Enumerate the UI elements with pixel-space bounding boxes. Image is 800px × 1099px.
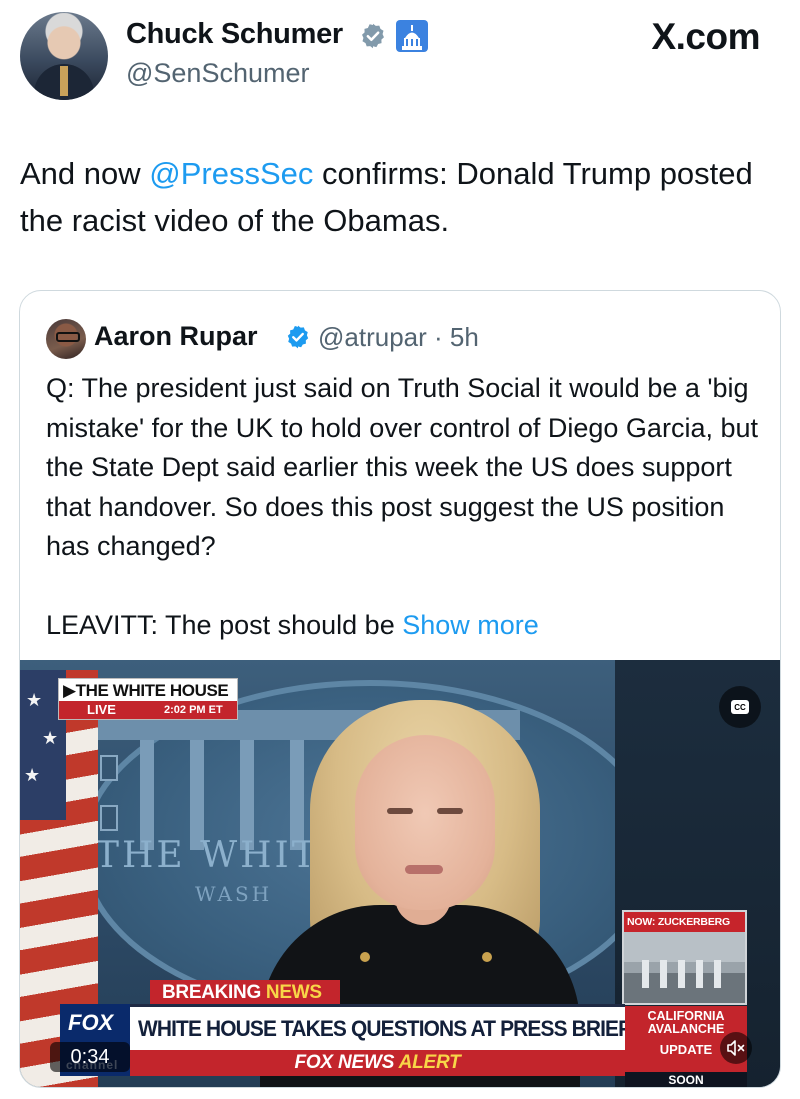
inset-image [624, 932, 745, 1003]
inset-label: NOW: ZUCKERBERG TESTIFIES [624, 912, 745, 948]
inset-news-box: NOW: ZUCKERBERG TESTIFIES [622, 910, 747, 1005]
video-player[interactable]: THE WHIT WASH ★ ★ ★ ▶THE WHITE HOUSE LIV… [20, 660, 780, 1087]
author-handle[interactable]: @SenSchumer [126, 58, 310, 89]
chyron-headline: WHITE HOUSE TAKES QUESTIONS AT PRESS BRI… [138, 1016, 666, 1041]
quoted-answer-text: LEAVITT: The post should be [46, 609, 403, 640]
speaker-muted-icon [727, 1040, 745, 1056]
mention-link[interactable]: @PressSec [149, 156, 313, 191]
tweet-text: And now @PressSec confirms: Donald Trump… [20, 150, 780, 244]
live-time: 2:02 PM ET [164, 704, 223, 716]
quoted-author-handle-time[interactable]: @atrupar · 5h [318, 322, 479, 353]
side-promo-title: CALIFORNIA AVALANCHE [647, 1009, 725, 1036]
closed-captions-icon: CC [731, 700, 749, 714]
live-label: LIVE [87, 702, 116, 717]
verified-badge-icon [362, 23, 384, 49]
breaking-news-banner: BREAKING NEWS [150, 980, 340, 1006]
tweet-text-prefix: And now [20, 156, 150, 191]
live-location-overlay: ▶THE WHITE HOUSE LIVE 2:02 PM ET [58, 678, 238, 720]
quoted-tweet-body: Q: The president just said on Truth Soci… [46, 369, 758, 645]
wall-lettering: THE WHIT [95, 835, 319, 876]
quoted-author-avatar[interactable] [46, 319, 86, 359]
author-name[interactable]: Chuck Schumer [126, 18, 343, 51]
quoted-paragraph-answer: LEAVITT: The post should be Show more [46, 606, 758, 646]
alert-prefix: FOX NEWS [294, 1052, 399, 1073]
closed-captions-button[interactable]: CC [719, 686, 761, 728]
news-word: NEWS [265, 982, 322, 1003]
alert-word: ALERT [398, 1052, 461, 1073]
fox-logo-text: FOX [68, 1010, 114, 1035]
overlay-title: ▶THE WHITE HOUSE [63, 681, 229, 700]
quoted-tweet-card[interactable]: Aaron Rupar @atrupar · 5h Q: The preside… [19, 290, 781, 1088]
fox-news-alert-bar: FOX NEWS ALERT [130, 1050, 625, 1076]
government-capitol-icon [396, 20, 428, 52]
author-avatar[interactable] [20, 12, 108, 100]
show-more-link[interactable]: Show more [402, 610, 539, 640]
wall-lettering-secondary: WASH [195, 882, 273, 906]
chyron-headline-bar: WHITE HOUSE TAKES QUESTIONS AT PRESS BRI… [130, 1004, 666, 1050]
quoted-author-name[interactable]: Aaron Rupar [94, 321, 258, 352]
verified-badge-icon [287, 325, 309, 349]
video-timestamp: 0:34 [50, 1042, 130, 1072]
site-label: X.com [651, 16, 760, 57]
mute-button[interactable] [720, 1032, 752, 1064]
quoted-paragraph-question: Q: The president just said on Truth Soci… [46, 373, 758, 561]
breaking-word: BREAKING [162, 982, 266, 1003]
side-promo-soon: SOON [625, 1072, 747, 1087]
